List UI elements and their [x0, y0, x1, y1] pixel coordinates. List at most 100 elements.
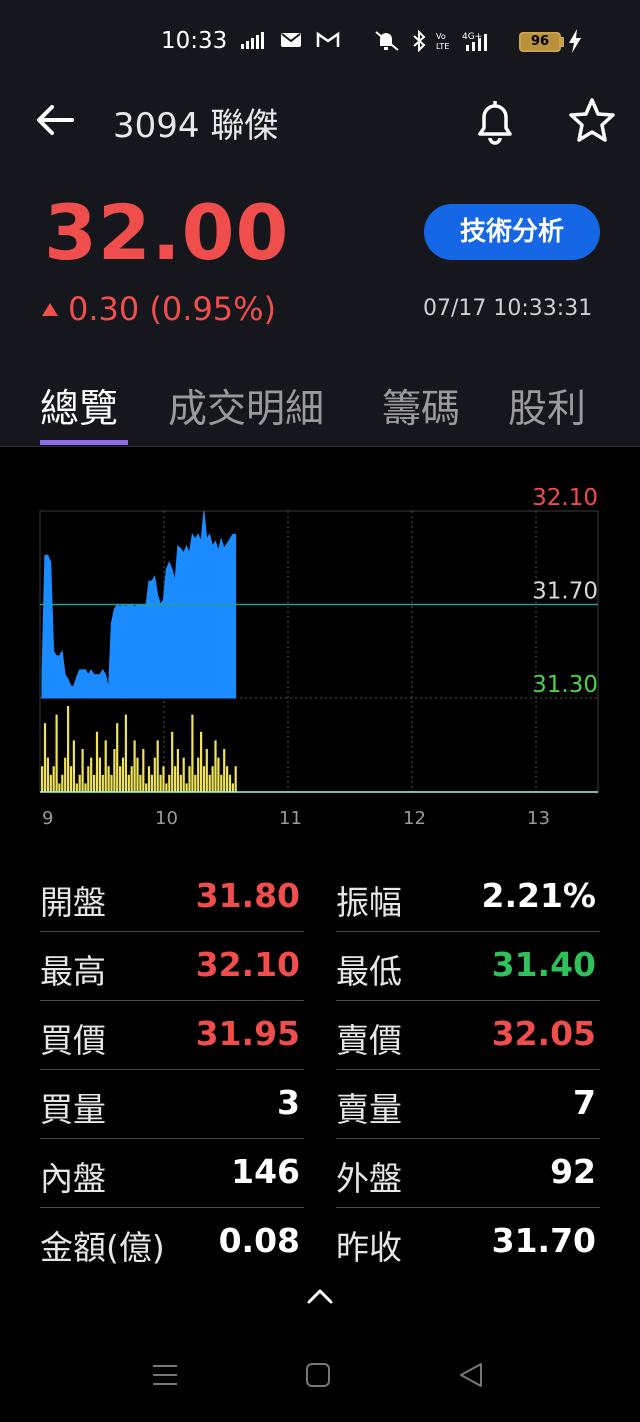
volume-bar	[98, 757, 101, 792]
volume-bar	[176, 749, 179, 792]
volume-bar	[127, 774, 130, 792]
volume-bar	[150, 774, 153, 792]
volume-bar	[231, 783, 234, 792]
recent-apps-icon[interactable]	[150, 1360, 180, 1390]
svg-text:LTE: LTE	[436, 42, 449, 51]
stats-row: 最高 32.10 最低 31.40	[40, 933, 600, 1002]
tab-bar: 總覽 成交明細 籌碼 股利	[0, 372, 640, 447]
volume-bar	[226, 766, 229, 792]
bluetooth-icon	[413, 30, 426, 52]
back-nav-icon[interactable]	[456, 1360, 486, 1390]
stat-label: 金額(億)	[40, 1228, 165, 1267]
y-axis-label: 31.70	[532, 579, 598, 605]
volume-bar	[101, 774, 104, 792]
stat-cell: 金額(億) 0.08	[40, 1209, 304, 1277]
volume-bar	[217, 757, 220, 792]
stat-cell: 內盤 146	[40, 1140, 304, 1208]
stat-value: 3	[277, 1083, 300, 1122]
volume-bar	[162, 766, 165, 792]
stat-cell: 最高 32.10	[40, 933, 304, 1001]
volume-bar	[64, 757, 67, 792]
volume-bar	[191, 714, 194, 792]
stats-row: 內盤 146 外盤 92	[40, 1140, 600, 1209]
stat-value: 0.08	[218, 1221, 300, 1260]
volume-bar	[185, 783, 188, 792]
volume-bar	[69, 766, 73, 792]
stat-label: 賣價	[336, 1021, 402, 1060]
star-favorite-icon[interactable]	[566, 96, 618, 146]
volume-bar	[214, 740, 217, 792]
volume-bar	[194, 774, 197, 792]
bell-icon[interactable]	[472, 96, 518, 146]
volume-bar	[171, 731, 174, 792]
home-icon[interactable]	[304, 1360, 334, 1390]
volume-bar	[145, 783, 148, 792]
stat-value: 7	[573, 1083, 596, 1122]
x-axis-label: 13	[527, 808, 550, 829]
status-bar: 10:33 Vo LTE 4G+ 96	[0, 0, 640, 84]
x-axis-label: 9	[42, 808, 53, 829]
chevron-up-icon[interactable]	[306, 1286, 334, 1306]
back-arrow-icon[interactable]	[36, 100, 74, 140]
volume-bar	[84, 783, 87, 792]
volume-bar	[61, 774, 64, 792]
volume-bar	[75, 783, 78, 792]
tab-trade-details[interactable]: 成交明細	[168, 378, 324, 434]
y-axis-label: 32.10	[532, 485, 598, 511]
stat-cell: 昨收 31.70	[336, 1209, 600, 1277]
volume-bar	[124, 714, 127, 792]
volume-bar	[223, 749, 226, 792]
notification-icons	[240, 30, 340, 50]
volume-bar	[107, 766, 110, 792]
stats-row: 買價 31.95 賣價 32.05	[40, 1002, 600, 1071]
tab-dividend[interactable]: 股利	[508, 378, 586, 434]
volume-bar	[153, 757, 156, 792]
signal-bars-icon	[241, 32, 264, 49]
volume-bar	[168, 774, 171, 792]
volume-bar	[121, 757, 125, 792]
technical-analysis-button[interactable]: 技術分析	[424, 204, 600, 260]
stat-cell: 外盤 92	[336, 1140, 600, 1208]
stat-label: 開盤	[40, 883, 106, 922]
volume-bar	[147, 766, 151, 792]
volume-bar	[136, 757, 139, 792]
stat-label: 振幅	[336, 883, 402, 922]
stat-cell: 最低 31.40	[336, 933, 600, 1001]
volume-bar	[234, 766, 237, 792]
stat-value: 2.21%	[481, 876, 597, 915]
volte-icon: VoLTE	[436, 32, 449, 51]
tab-chips[interactable]: 籌碼	[382, 378, 460, 434]
volume-bar	[43, 723, 47, 792]
volume-bar	[205, 749, 208, 792]
stat-cell: 賣價 32.05	[336, 1002, 600, 1070]
stat-cell: 買量 3	[40, 1071, 304, 1139]
price-change: 0.30 (0.95%)	[42, 290, 276, 328]
volume-bar	[78, 774, 81, 792]
stat-label: 昨收	[336, 1228, 402, 1267]
tab-overview[interactable]: 總覽	[40, 378, 118, 434]
volume-bar	[87, 766, 90, 792]
volume-bar	[156, 740, 159, 792]
volume-bar	[139, 774, 142, 792]
stat-label: 買量	[40, 1090, 106, 1129]
volume-bar	[113, 749, 116, 792]
stat-value: 31.80	[195, 876, 300, 915]
stat-cell: 開盤 31.80	[40, 864, 304, 932]
cellular-4g-icon: 4G+	[462, 32, 487, 51]
stats-row: 買量 3 賣量 7	[40, 1071, 600, 1140]
volume-bar	[130, 766, 133, 792]
system-icons: Vo LTE 4G+	[372, 30, 492, 52]
volume-bar	[211, 766, 214, 792]
volume-bar	[49, 774, 52, 792]
x-axis-label: 11	[279, 808, 302, 829]
stat-value: 31.70	[491, 1221, 596, 1260]
volume-bar	[104, 740, 107, 792]
stat-value: 146	[231, 1152, 300, 1191]
volume-bar	[133, 740, 136, 792]
status-time: 10:33	[161, 28, 228, 54]
x-axis-label: 12	[403, 808, 426, 829]
stat-cell: 振幅 2.21%	[336, 864, 600, 932]
stat-label: 賣量	[336, 1090, 402, 1129]
volume-bar	[119, 766, 122, 792]
stat-value: 31.40	[491, 945, 596, 984]
